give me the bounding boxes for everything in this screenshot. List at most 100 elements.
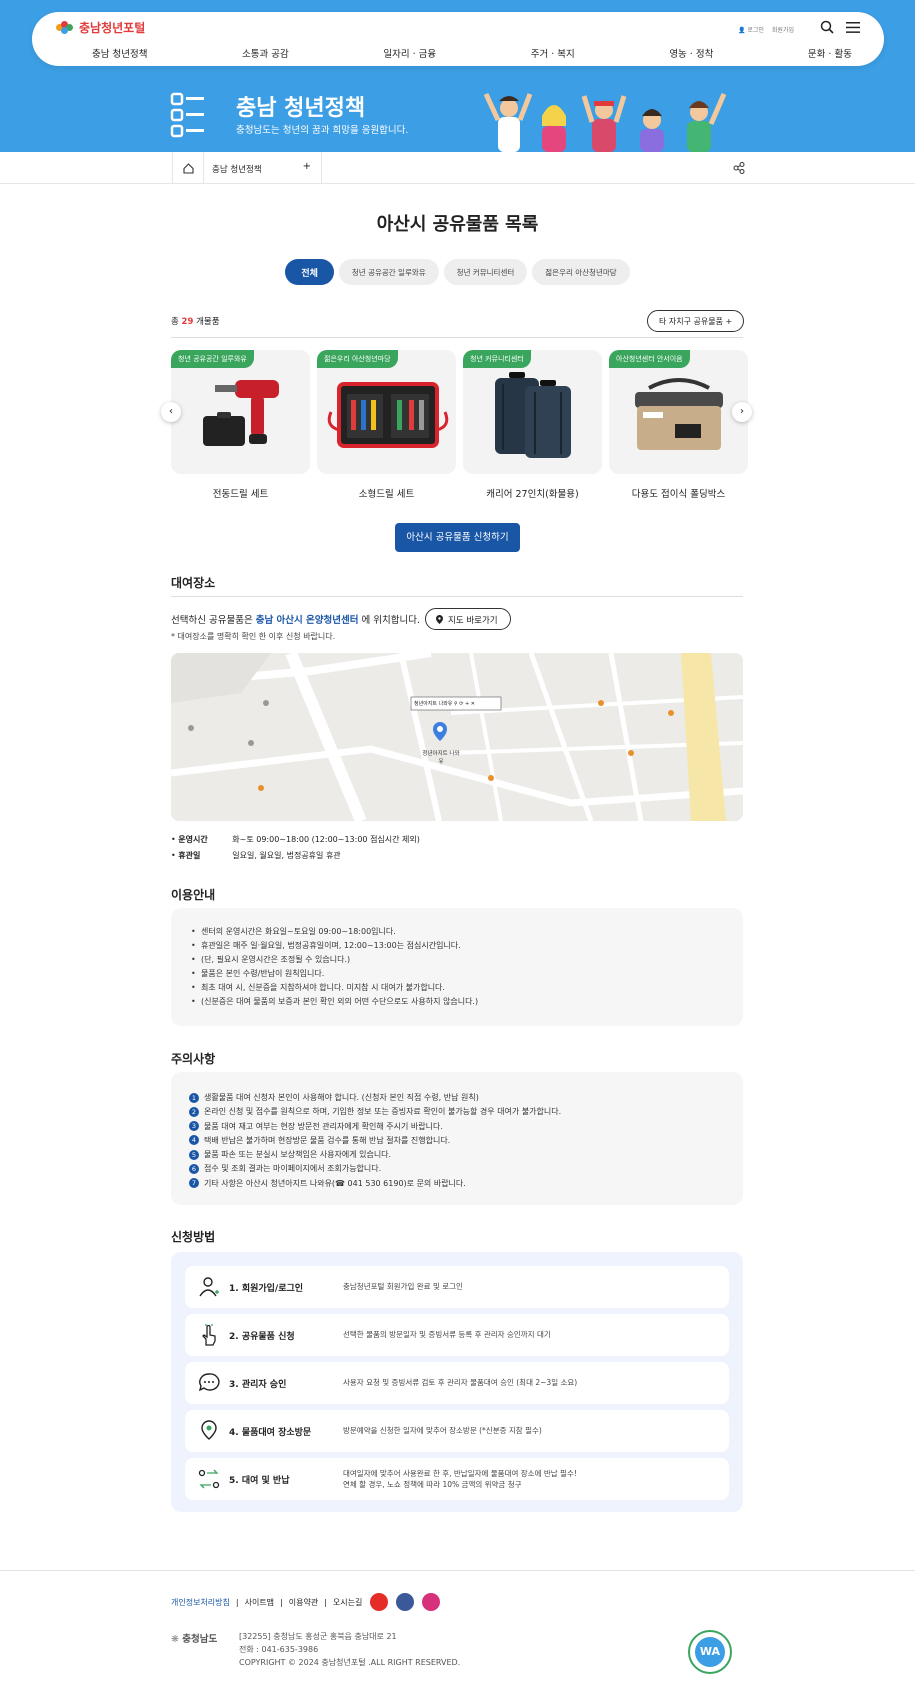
apply-button[interactable]: 아산시 공유물품 신청하기 xyxy=(395,523,520,552)
step-desc: 방문예약을 신청한 일자에 맞추어 장소방문 (*신분증 지참 필수) xyxy=(343,1426,542,1435)
top-navigation-bar: 충남청년포털 👤 로그인 회원가입 충남 청년정책 소통과 공감 일자리 · 금… xyxy=(32,12,884,66)
step-card: 2. 공유물품 신청 선택한 물품의 방문일자 및 증빙서류 등록 후 관리자 … xyxy=(185,1314,729,1356)
wa-mark-text: WA xyxy=(699,1645,721,1658)
breadcrumb-toggle: + xyxy=(302,161,311,172)
instagram-icon[interactable] xyxy=(422,1593,441,1611)
item-card[interactable]: 아산청년센터 안서이음 다용도 접이식 폴딩박스 xyxy=(609,350,748,500)
list-item: 최초 대여 시, 신분증을 지참하셔야 합니다. 미지참 시 대여가 불가합니다… xyxy=(191,981,478,995)
section-heading-caution: 주의사항 xyxy=(166,1047,216,1066)
step-title: 3. 관리자 승인 xyxy=(229,1380,287,1390)
menu-icon[interactable] xyxy=(846,22,860,33)
tab-community-center[interactable]: 청년 커뮤니티센터 xyxy=(443,259,528,285)
nav-item[interactable]: 영농 · 정착 xyxy=(669,46,713,60)
step-desc: 충남청년포털 회원가입 완료 및 로그인 xyxy=(343,1282,463,1291)
share-icon[interactable] xyxy=(733,162,745,174)
divider xyxy=(171,596,743,597)
location-pin-icon xyxy=(201,1420,217,1440)
util-links: 👤 로그인 회원가입 xyxy=(738,25,794,34)
province-emblem-icon: ❋ xyxy=(171,1634,183,1645)
item-name: 전동드릴 세트 xyxy=(212,489,269,500)
step-title: 4. 물품대여 장소방문 xyxy=(229,1428,312,1438)
page-title: 아산시 공유물품 목록 xyxy=(376,214,539,235)
caution-list: 1 생활물품 대여 신청자 본인이 사용해야 합니다. (신청자 본인 직접 수령… xyxy=(189,1091,561,1191)
cheering-people-illustration xyxy=(484,92,727,152)
item-card[interactable]: 청년 공유공간 일루와유 전동드릴 세트 xyxy=(171,350,310,500)
item-card[interactable]: 청년 커뮤니티센터 캐리어 27인치(화물용) xyxy=(463,350,602,500)
list-item: 4 택배 반납은 불가하며 현장방문 물품 검수를 통해 반납 절차를 진행합니다… xyxy=(189,1134,561,1148)
step-desc: 대여일자에 맞추어 사용완료 한 후, 반납일자에 물품대여 장소에 반납 필수… xyxy=(343,1469,577,1489)
breadcrumb-select[interactable]: 충남 청년정책 + xyxy=(204,152,322,184)
divider xyxy=(171,337,743,338)
drill-image xyxy=(203,380,279,446)
category-tabs: 전체 청년 공유공간 일루와유 청년 커뮤니티센터 젊은우리 아산청년마당 xyxy=(0,259,915,285)
section-heading-location: 대여장소 xyxy=(166,571,216,590)
item-card[interactable]: 젊은우리 아산청년마당 소형드릴 세트 xyxy=(317,350,456,500)
privacy-link[interactable]: 개인정보처리방침 xyxy=(171,1597,230,1608)
join-link[interactable]: 회원가입 xyxy=(772,25,794,34)
main-nav: 충남 청년정책 소통과 공감 일자리 · 금융 주거 · 복지 영농 · 정착 … xyxy=(92,46,852,60)
list-item: 센터의 운영시간은 화요일~토요일 09:00~18:00입니다. xyxy=(191,925,478,939)
nav-item[interactable]: 소통과 공감 xyxy=(242,46,289,60)
item-image: 청년 공유공간 일루와유 xyxy=(171,350,310,474)
step-card: 4. 물품대여 장소방문 방문예약을 신청한 일자에 맞추어 장소방문 (*신분… xyxy=(185,1410,729,1452)
list-item: 물품은 본인 수령/반납이 원칙입니다. xyxy=(191,967,478,981)
facebook-icon[interactable] xyxy=(396,1593,415,1611)
step-desc: 사용자 요청 및 증빙서류 검토 후 관리자 물품대여 승인 (최대 2~3일 … xyxy=(343,1378,578,1387)
tab-all[interactable]: 전체 xyxy=(285,259,334,285)
site-logo[interactable]: 충남청년포털 xyxy=(56,19,145,36)
prev-arrow-icon[interactable]: ‹ xyxy=(161,402,181,422)
directions-link[interactable]: 오시는길 xyxy=(333,1597,362,1608)
location-text: 선택하신 공유물품은 충남 아산시 온양청년센터 에 위치합니다. xyxy=(171,615,420,626)
footer-address: [32255] 충청남도 홍성군 홍북읍 충남대로 21 전화 : 041-63… xyxy=(239,1632,461,1667)
nav-item[interactable]: 충남 청년정책 xyxy=(92,46,147,60)
suitcase-image xyxy=(495,372,571,458)
logo-icon xyxy=(56,21,74,34)
tab-illuwayu[interactable]: 청년 공유공간 일루와유 xyxy=(338,259,439,285)
breadcrumb: 충남 청년정책 + xyxy=(0,152,915,184)
step-card: 5. 대여 및 반납 대여일자에 맞추어 사용완료 한 후, 반납일자에 물품대… xyxy=(185,1458,729,1500)
closed-row: • 휴관일 일요일, 월요일, 법정공휴일 휴관 xyxy=(171,851,341,860)
list-item: 7 기타 사항은 아산시 청년아지트 나와유(☎ 041 530 6190)로 문… xyxy=(189,1177,561,1191)
policy-list-icon xyxy=(170,92,204,138)
location-map[interactable]: 청년아지트 나와유 ⚲ ⟳ + ✕ 청년아지트 나와유 xyxy=(171,653,743,821)
nav-item[interactable]: 주거 · 복지 xyxy=(531,46,575,60)
section-heading-method: 신청방법 xyxy=(166,1225,216,1244)
map-graphic xyxy=(171,653,743,821)
list-item: 5 물품 파손 또는 분실시 보상책임은 사용자에게 있습니다. xyxy=(189,1148,561,1162)
cooler-box-image xyxy=(635,378,723,450)
search-icon[interactable] xyxy=(820,20,834,34)
terms-link[interactable]: 이용약관 xyxy=(289,1597,318,1608)
section-heading-usage: 이용안내 xyxy=(166,883,216,902)
nav-item[interactable]: 일자리 · 금융 xyxy=(383,46,436,60)
hero-title: 충남 청년정책 xyxy=(236,96,366,121)
login-link[interactable]: 👤 로그인 xyxy=(738,25,764,34)
footer-logo: ❋ 충청남도 xyxy=(171,1634,218,1645)
hours-info: • 운영시간 화~토 09:00~18:00 (12:00~13:00 점심시간 … xyxy=(171,832,420,864)
location-note: * 대여장소를 명확히 확인 한 이후 신청 바랍니다. xyxy=(171,632,336,641)
footer: 개인정보처리방침 | 사이트맵 | 이용약관 | 오시는길 ❋ 충청남도 [32255… xyxy=(0,1570,915,1708)
other-region-button[interactable]: 타 자치구 공유물품 + xyxy=(647,310,745,332)
tab-asan-youth-madang[interactable]: 젊은우리 아산청년마당 xyxy=(532,259,630,285)
sitemap-link[interactable]: 사이트맵 xyxy=(245,1597,274,1608)
nav-item[interactable]: 문화 · 활동 xyxy=(808,46,852,60)
tool-kit-image xyxy=(327,382,449,448)
chat-bubble-icon xyxy=(198,1373,220,1392)
map-link-button[interactable]: 지도 바로가기 xyxy=(425,608,511,630)
home-button[interactable] xyxy=(172,152,204,184)
hero-banner: 충남청년포털 👤 로그인 회원가입 충남 청년정책 소통과 공감 일자리 · 금… xyxy=(0,0,915,152)
step-title: 5. 대여 및 반납 xyxy=(229,1476,290,1486)
step-title: 1. 회원가입/로그인 xyxy=(229,1284,304,1294)
youtube-icon[interactable] xyxy=(370,1593,389,1611)
list-item: (신분증은 대여 물품의 보증과 본인 확인 외의 어떤 수단으로도 사용하지 … xyxy=(191,995,478,1009)
usage-box: 센터의 운영시간은 화요일~토요일 09:00~18:00입니다. 휴관일은 매… xyxy=(171,908,743,1026)
user-icon xyxy=(199,1277,219,1297)
item-name: 다용도 접이식 폴딩박스 xyxy=(631,489,726,500)
caution-box: 1 생활물품 대여 신청자 본인이 사용해야 합니다. (신청자 본인 직접 수령… xyxy=(171,1072,743,1205)
map-popup: 청년아지트 나와유 ⚲ ⟳ + ✕ xyxy=(414,701,475,707)
list-item: 6 접수 및 조회 결과는 마이페이지에서 조회가능합니다. xyxy=(189,1162,561,1176)
step-desc: 선택한 물품의 방문일자 및 증빙서류 등록 후 관리자 승인까지 대기 xyxy=(343,1330,551,1339)
step-title: 2. 공유물품 신청 xyxy=(229,1332,295,1342)
breadcrumb-current: 충남 청년정책 xyxy=(212,165,262,175)
map-marker-label: 청년아지트 나와유 xyxy=(422,751,460,765)
next-arrow-icon[interactable]: › xyxy=(732,402,752,422)
